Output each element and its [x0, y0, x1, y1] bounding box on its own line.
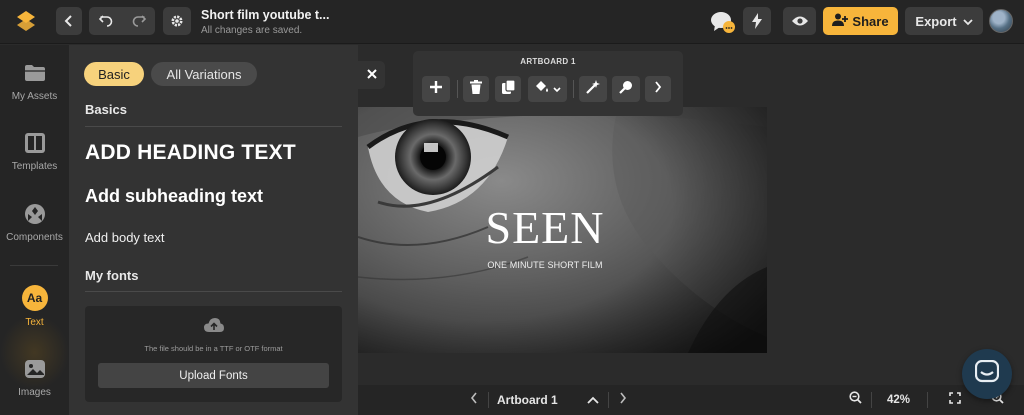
back-button[interactable] — [56, 7, 82, 35]
chevron-down-icon — [553, 80, 561, 98]
close-panel-button[interactable] — [358, 61, 385, 89]
templates-icon — [23, 131, 47, 155]
share-label: Share — [852, 13, 889, 29]
undo-icon[interactable] — [89, 13, 122, 29]
previous-artboard-button[interactable] — [466, 392, 482, 408]
upload-fonts-button[interactable]: Upload Fonts — [98, 363, 329, 388]
chevron-up-icon — [587, 391, 599, 409]
editor-app: Short film youtube t... All changes are … — [0, 0, 1024, 415]
add-subheading-text[interactable]: Add subheading text — [85, 186, 263, 207]
rail-item-my-assets[interactable]: My Assets — [0, 61, 69, 102]
fit-screen-button[interactable] — [947, 392, 963, 408]
bottom-divider — [608, 392, 609, 408]
add-heading-text[interactable]: ADD HEADING TEXT — [85, 141, 296, 165]
artboard[interactable]: SEEN ONE MINUTE SHORT FILM — [358, 107, 767, 353]
upload-fonts-dropzone[interactable]: The file should be in a TTF or OTF forma… — [85, 306, 342, 402]
lightning-button[interactable] — [743, 7, 771, 35]
add-icon — [429, 80, 443, 99]
folder-icon — [23, 61, 47, 85]
preview-button[interactable] — [783, 7, 816, 35]
tab-all-variations[interactable]: All Variations — [151, 62, 257, 86]
logo-icon[interactable] — [13, 8, 39, 34]
rail-label: Images — [18, 387, 51, 398]
images-icon — [23, 357, 47, 381]
zoom-level[interactable]: 42% — [887, 394, 910, 406]
remove-background-icon — [619, 80, 633, 99]
artboard-toolbar: ARTBOARD 1 — [413, 51, 683, 116]
add-user-icon — [832, 13, 849, 29]
chevron-left-icon — [470, 391, 478, 409]
zoom-out-button[interactable] — [847, 391, 863, 409]
fill-icon — [534, 80, 550, 99]
bottom-divider — [927, 392, 928, 408]
export-label: Export — [915, 13, 957, 29]
fullscreen-icon — [949, 391, 961, 409]
add-body-text[interactable]: Add body text — [85, 230, 165, 245]
artboard-name[interactable]: Artboard 1 — [497, 393, 558, 407]
add-button[interactable] — [422, 76, 450, 102]
comments-icon — [709, 12, 737, 40]
artboard-title-text[interactable]: SEEN — [482, 205, 608, 251]
eye-icon — [791, 15, 809, 27]
more-button[interactable] — [645, 76, 671, 102]
rail-label: Templates — [11, 161, 58, 172]
left-rail: My Assets Templates Components Aa Text I… — [0, 45, 69, 415]
upload-note: The file should be in a TTF or OTF forma… — [144, 344, 283, 353]
settings-button[interactable] — [163, 7, 191, 35]
next-artboard-button[interactable] — [615, 392, 631, 408]
close-icon — [366, 66, 377, 84]
artboard-menu-button[interactable] — [585, 392, 601, 408]
tab-basic[interactable]: Basic — [84, 62, 144, 86]
rail-item-text[interactable]: Aa Text — [0, 285, 69, 328]
rail-divider — [10, 265, 58, 266]
remove-background-button[interactable] — [612, 76, 640, 102]
fill-button[interactable] — [528, 76, 567, 102]
bottom-divider — [871, 392, 872, 408]
trash-icon — [470, 79, 482, 99]
redo-icon[interactable] — [122, 13, 155, 29]
section-divider — [85, 126, 342, 127]
chevron-right-icon — [619, 391, 627, 409]
magic-wand-icon — [586, 79, 600, 99]
top-bar: Short film youtube t... All changes are … — [0, 0, 1024, 44]
components-icon — [23, 202, 47, 226]
toolbar-divider — [457, 80, 458, 98]
export-button[interactable]: Export — [905, 7, 983, 35]
rail-label: Components — [6, 232, 63, 243]
chat-icon — [974, 359, 1000, 389]
duplicate-icon — [501, 78, 516, 99]
cloud-upload-icon — [204, 318, 224, 338]
rail-label: My Assets — [11, 91, 58, 102]
artboard-subtitle-text[interactable]: ONE MINUTE SHORT FILM — [483, 260, 607, 270]
artboard-toolbar-title: ARTBOARD 1 — [520, 57, 576, 66]
rail-label: Text — [25, 317, 44, 328]
history-group — [89, 7, 155, 35]
document-title[interactable]: Short film youtube t... — [201, 8, 329, 22]
text-panel: Basic All Variations Basics ADD HEADING … — [69, 45, 358, 415]
gear-icon — [170, 14, 184, 28]
bottom-divider — [488, 392, 489, 408]
share-button[interactable]: Share — [823, 7, 898, 35]
basics-section-title: Basics — [85, 102, 127, 117]
my-fonts-section-title: My fonts — [85, 268, 139, 283]
chat-support-button[interactable] — [962, 349, 1012, 399]
rail-item-templates[interactable]: Templates — [0, 131, 69, 172]
delete-button[interactable] — [463, 76, 489, 102]
zoom-out-icon — [848, 391, 862, 409]
toolbar-divider — [573, 80, 574, 98]
comments-button[interactable] — [709, 8, 737, 36]
rail-item-images[interactable]: Images — [0, 357, 69, 398]
chevron-right-icon — [654, 80, 662, 98]
save-status: All changes are saved. — [201, 25, 303, 36]
section-divider — [85, 291, 342, 292]
back-icon — [63, 15, 75, 27]
lightning-icon — [751, 13, 763, 29]
avatar[interactable] — [989, 9, 1013, 33]
chevron-down-icon — [962, 14, 973, 29]
duplicate-button[interactable] — [495, 76, 521, 102]
bottom-bar: Artboard 1 42% — [358, 385, 1024, 415]
rail-item-components[interactable]: Components — [0, 202, 69, 243]
magic-button[interactable] — [579, 76, 607, 102]
text-icon: Aa — [21, 285, 48, 311]
